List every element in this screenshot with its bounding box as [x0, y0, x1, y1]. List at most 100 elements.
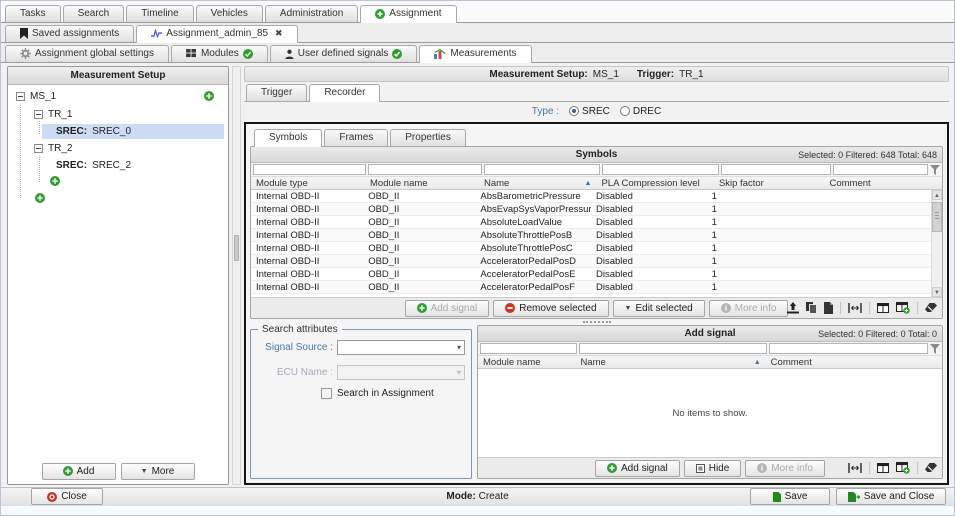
filter-comment-input[interactable]: [833, 164, 928, 175]
add-column-icon[interactable]: [896, 302, 910, 314]
tab-symbols[interactable]: Symbols: [254, 129, 322, 147]
columns-icon[interactable]: [877, 303, 889, 313]
measurement-setup-tree: MS_1 TR_1 SREC: SREC_0 TR_2 SREC:: [8, 85, 228, 458]
edit-selected-button[interactable]: ▼ Edit selected: [613, 300, 705, 317]
tree-node-tr1[interactable]: TR_1: [34, 107, 72, 122]
add-signal-button[interactable]: Add signal: [405, 300, 490, 317]
column-comment[interactable]: Comment: [824, 177, 942, 189]
tab-assignment[interactable]: Assignment: [360, 5, 456, 23]
tab-measurements[interactable]: Measurements: [419, 45, 531, 63]
hide-button[interactable]: Hide: [684, 460, 742, 477]
check-badge-icon: [392, 49, 402, 59]
radio-drec[interactable]: DREC: [620, 106, 661, 117]
collapse-icon[interactable]: [34, 144, 43, 153]
table-row[interactable]: Internal OBD-IIOBD_IIAbsoluteThrottlePos…: [251, 242, 931, 255]
bottom-action-bar: Mode: Create Close Save Save and Close: [1, 487, 954, 505]
more-info-button[interactable]: More info: [709, 300, 789, 317]
search-in-assignment-checkbox[interactable]: [321, 388, 332, 399]
column-pla-compression[interactable]: PLA Compression level: [596, 177, 713, 189]
add-button[interactable]: Add: [42, 463, 116, 480]
collapse-icon[interactable]: [16, 92, 25, 101]
tab-modules[interactable]: Modules: [171, 45, 268, 62]
more-button[interactable]: ▼ More: [121, 463, 195, 480]
panel-splitter-scrollbar[interactable]: [232, 66, 241, 485]
radio-srec[interactable]: SREC: [569, 106, 610, 117]
filter-module-name-input[interactable]: [480, 343, 577, 354]
filter-funnel-icon[interactable]: [930, 344, 940, 354]
sort-asc-icon: ▲: [750, 359, 761, 366]
table-row[interactable]: Internal OBD-IIOBD_IIAbsoluteLoadValueDi…: [251, 216, 931, 229]
clear-filter-eraser-icon[interactable]: [925, 463, 937, 473]
scrollbar-thumb[interactable]: [932, 202, 942, 232]
more-info-button[interactable]: More info: [745, 460, 825, 477]
tree-node-srec2[interactable]: SREC: SREC_2: [56, 158, 131, 173]
copy-icon[interactable]: [806, 302, 817, 314]
table-row[interactable]: Internal OBD-IIOBD_IIAbsEvapSysVaporPres…: [251, 203, 931, 216]
ecu-name-select[interactable]: ▾: [337, 365, 465, 380]
scroll-up-icon[interactable]: ▲: [932, 190, 942, 200]
table-row[interactable]: Internal OBD-IIOBD_IIAbsoluteThrottlePos…: [251, 229, 931, 242]
tab-assignment-admin-85[interactable]: Assignment_admin_85 ✖: [136, 25, 297, 43]
tab-vehicles[interactable]: Vehicles: [196, 5, 263, 22]
columns-icon[interactable]: [877, 463, 889, 473]
filter-name-input[interactable]: [579, 343, 768, 354]
signal-source-select[interactable]: ▾: [337, 340, 465, 355]
add-node-icon[interactable]: [35, 193, 45, 203]
add-signal-button[interactable]: Add signal: [595, 460, 680, 477]
scrollbar-thumb[interactable]: [234, 235, 239, 261]
green-plus-icon: [63, 466, 73, 476]
add-node-icon[interactable]: [204, 91, 214, 101]
tab-recorder[interactable]: Recorder: [309, 84, 380, 102]
table-row[interactable]: Internal OBD-IIOBD_IIAbsBarometricPressu…: [251, 190, 931, 203]
filter-name-input[interactable]: [484, 164, 601, 175]
tab-tasks[interactable]: Tasks: [5, 5, 61, 22]
add-column-icon[interactable]: [896, 462, 910, 474]
table-row[interactable]: Internal OBD-IIOBD_IIAcceleratorPedalPos…: [251, 268, 931, 281]
tab-search[interactable]: Search: [63, 5, 125, 22]
filter-module-name-input[interactable]: [368, 164, 481, 175]
tab-user-defined-signals[interactable]: User defined signals: [270, 45, 418, 62]
fit-width-icon[interactable]: [848, 303, 862, 313]
save-button[interactable]: Save: [750, 488, 830, 505]
column-name[interactable]: Name▲: [575, 356, 765, 368]
type-selector-row: Type : SREC DREC: [244, 102, 949, 120]
filter-skip-input[interactable]: [721, 164, 831, 175]
close-tab-icon[interactable]: ✖: [275, 28, 283, 39]
scroll-down-icon[interactable]: ▼: [932, 287, 942, 297]
table-row[interactable]: Internal OBD-IIOBD_IIAcceleratorPedalPos…: [251, 281, 931, 294]
add-node-icon[interactable]: [50, 176, 60, 186]
tab-assignment-global-settings[interactable]: Assignment global settings: [5, 45, 169, 62]
tab-properties[interactable]: Properties: [390, 129, 466, 146]
column-name[interactable]: Name▲: [479, 177, 596, 189]
column-skip-factor[interactable]: Skip factor: [714, 177, 825, 189]
filter-funnel-icon[interactable]: [930, 165, 940, 175]
document-icon[interactable]: [824, 302, 833, 314]
tab-timeline[interactable]: Timeline: [126, 5, 193, 22]
symbols-vertical-scrollbar[interactable]: ▲ ▼: [931, 190, 942, 297]
remove-selected-button[interactable]: Remove selected: [493, 300, 608, 317]
filter-module-type-input[interactable]: [253, 164, 366, 175]
save-and-close-button[interactable]: Save and Close: [836, 488, 946, 505]
radio-label: SREC: [582, 106, 610, 117]
close-button[interactable]: Close: [31, 488, 103, 505]
filter-comment-input[interactable]: [769, 343, 928, 354]
symbols-rows: Internal OBD-IIOBD_IIAbsBarometricPressu…: [251, 190, 931, 297]
column-module-name[interactable]: Module name: [478, 356, 575, 368]
tab-trigger[interactable]: Trigger: [246, 84, 307, 101]
tree-node-tr2[interactable]: TR_2: [34, 141, 72, 156]
tab-saved-assignments[interactable]: Saved assignments: [5, 25, 134, 42]
checkbox-label: Search in Assignment: [337, 388, 434, 399]
export-icon[interactable]: [787, 302, 799, 314]
collapse-icon[interactable]: [34, 110, 43, 119]
column-comment[interactable]: Comment: [766, 356, 942, 368]
tab-frames[interactable]: Frames: [324, 129, 388, 146]
tab-administration[interactable]: Administration: [265, 5, 358, 22]
tree-node-srec0[interactable]: SREC: SREC_0: [56, 124, 131, 139]
tree-node-ms1[interactable]: MS_1: [16, 89, 56, 104]
column-module-type[interactable]: Module type: [251, 177, 365, 189]
filter-pla-input[interactable]: [602, 164, 719, 175]
table-row[interactable]: Internal OBD-IIOBD_IIAcceleratorPedalPos…: [251, 255, 931, 268]
column-module-name[interactable]: Module name: [365, 177, 479, 189]
clear-filter-eraser-icon[interactable]: [925, 303, 937, 313]
fit-width-icon[interactable]: [848, 463, 862, 473]
